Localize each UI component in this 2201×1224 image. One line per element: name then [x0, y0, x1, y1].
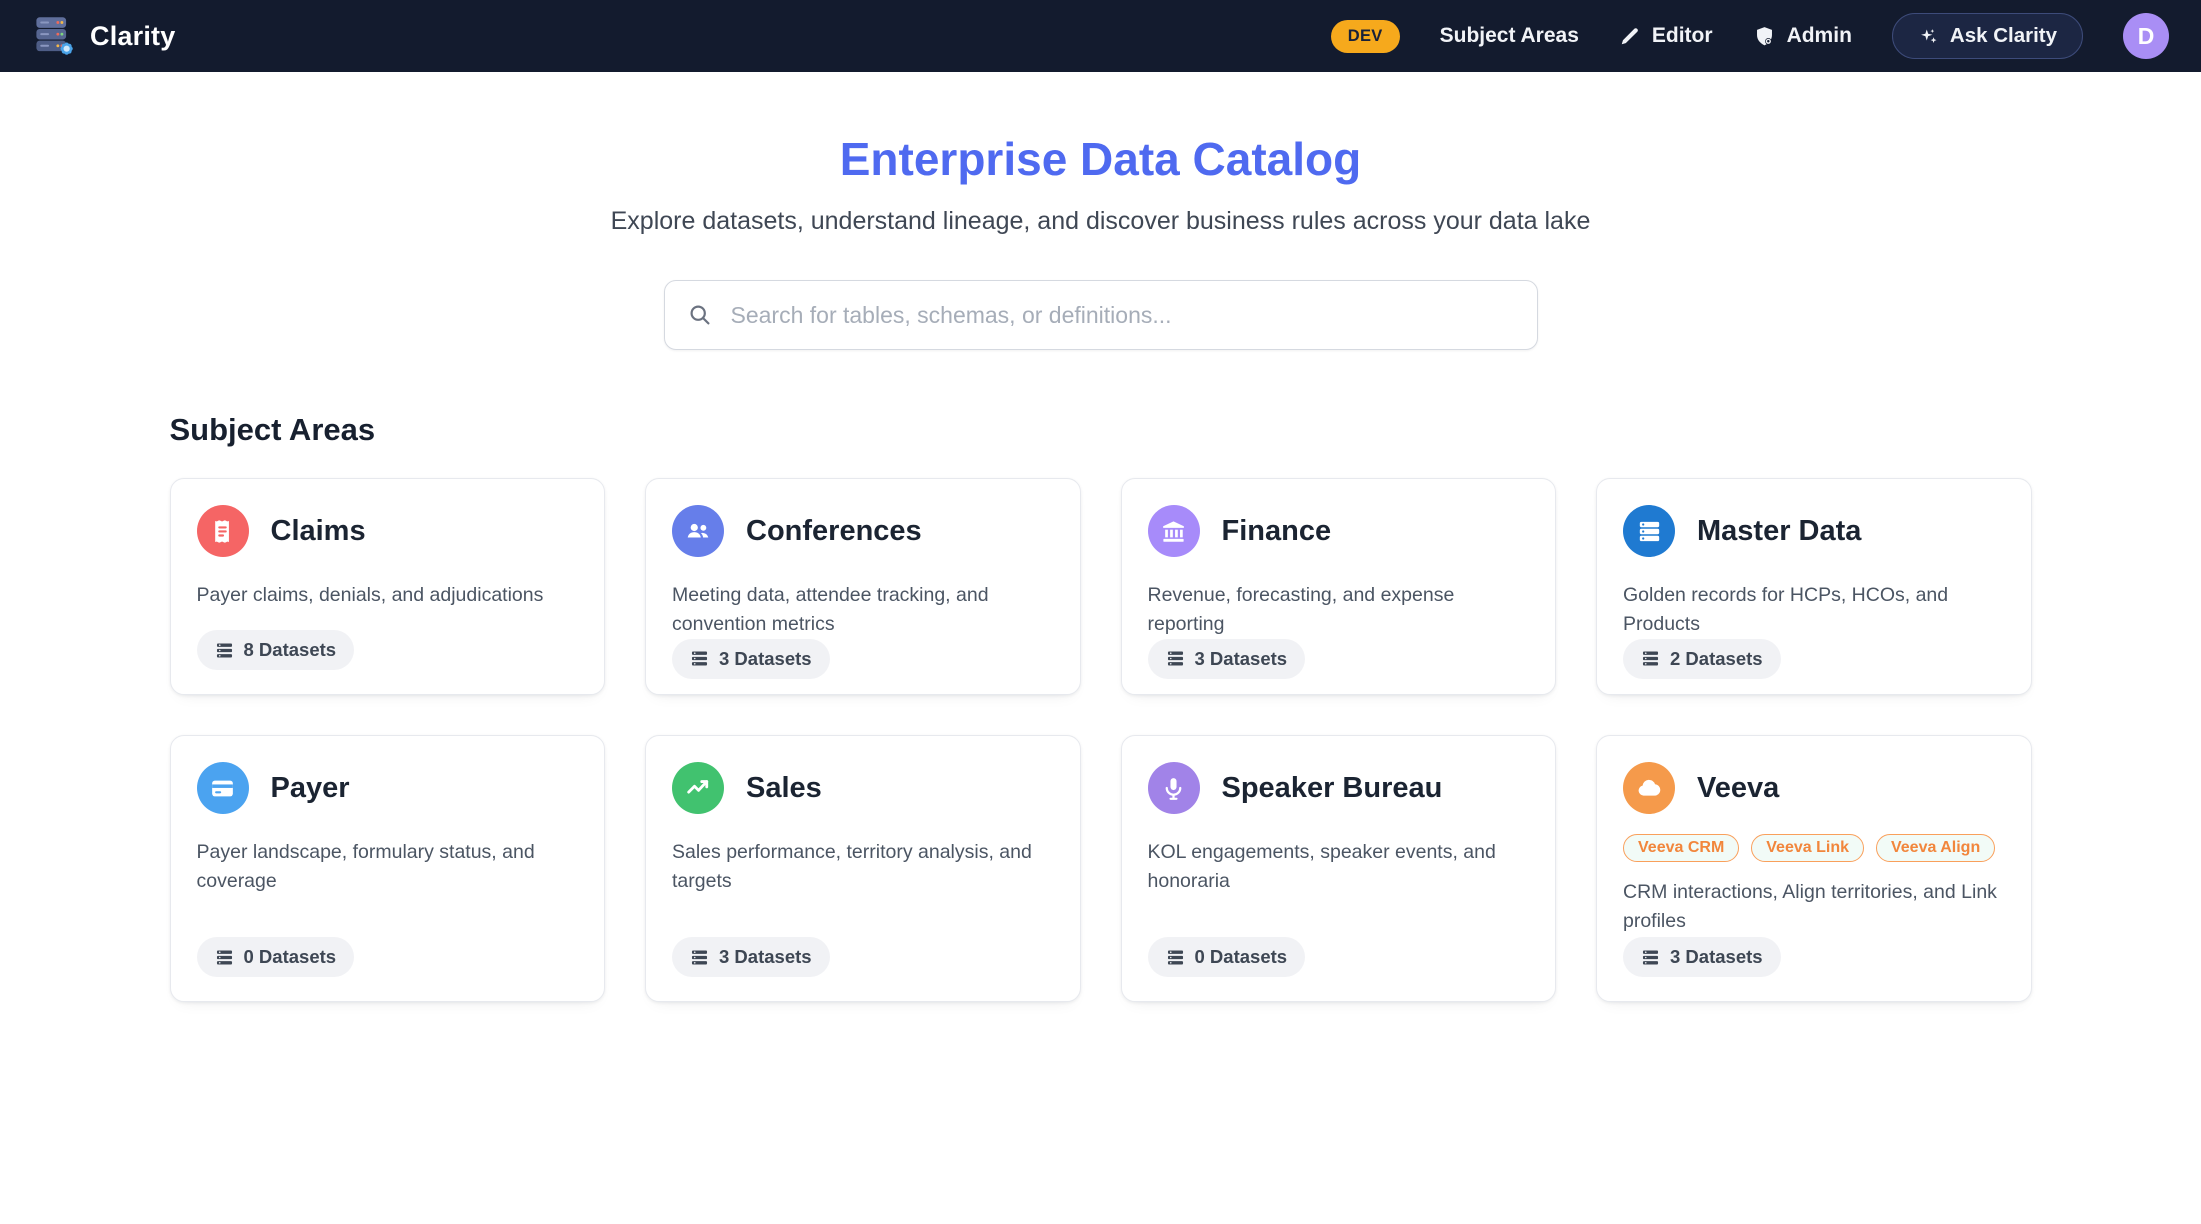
- nav-link-editor[interactable]: Editor: [1619, 24, 1713, 48]
- datasets-badge: 3 Datasets: [672, 639, 830, 679]
- microphone-icon: [1148, 762, 1200, 814]
- datasets-icon: [690, 948, 709, 967]
- nav-link-admin[interactable]: Admin: [1753, 24, 1852, 48]
- datasets-badge: 2 Datasets: [1623, 639, 1781, 679]
- database-logo-icon: [32, 14, 76, 58]
- tag-veeva-crm: Veeva CRM: [1623, 834, 1739, 862]
- datasets-badge: 3 Datasets: [1623, 937, 1781, 977]
- brand[interactable]: Clarity: [32, 14, 175, 58]
- card-title: Master Data: [1697, 515, 1861, 548]
- shield-icon: [1753, 25, 1776, 48]
- credit-card-icon: [197, 762, 249, 814]
- datasets-badge: 3 Datasets: [672, 937, 830, 977]
- card-description: Meeting data, attendee tracking, and con…: [672, 581, 1054, 639]
- card-finance[interactable]: Finance Revenue, forecasting, and expens…: [1121, 478, 1557, 695]
- datasets-badge: 8 Datasets: [197, 630, 355, 670]
- card-title: Claims: [271, 515, 366, 548]
- datasets-count: 3 Datasets: [719, 648, 812, 670]
- section-heading: Subject Areas: [170, 412, 2032, 448]
- trending-up-icon: [672, 762, 724, 814]
- sparkles-icon: [1918, 26, 1939, 47]
- nav-link-subject-areas-label: Subject Areas: [1440, 24, 1579, 48]
- card-description: CRM interactions, Align territories, and…: [1623, 878, 2005, 936]
- tag-veeva-link: Veeva Link: [1751, 834, 1864, 862]
- card-speaker-bureau[interactable]: Speaker Bureau KOL engagements, speaker …: [1121, 735, 1557, 1002]
- datasets-icon: [690, 649, 709, 668]
- datasets-badge: 0 Datasets: [197, 937, 355, 977]
- search-input[interactable]: [664, 280, 1538, 350]
- hero-section: Enterprise Data Catalog Explore datasets…: [0, 132, 2201, 350]
- card-description: Revenue, forecasting, and expense report…: [1148, 581, 1530, 639]
- pencil-icon: [1619, 25, 1641, 47]
- card-title: Payer: [271, 772, 350, 805]
- top-navbar: Clarity DEV Subject Areas Editor Ad: [0, 0, 2201, 72]
- card-claims[interactable]: Claims Payer claims, denials, and adjudi…: [170, 478, 606, 695]
- card-conferences[interactable]: Conferences Meeting data, attendee track…: [645, 478, 1081, 695]
- card-description: Payer claims, denials, and adjudications: [197, 581, 579, 610]
- nav-link-subject-areas[interactable]: Subject Areas: [1440, 24, 1579, 48]
- card-payer[interactable]: Payer Payer landscape, formulary status,…: [170, 735, 606, 1002]
- card-title: Sales: [746, 772, 822, 805]
- card-veeva[interactable]: Veeva Veeva CRM Veeva Link Veeva Align C…: [1596, 735, 2032, 1002]
- datasets-count: 3 Datasets: [1670, 946, 1763, 968]
- page-subtitle: Explore datasets, understand lineage, an…: [0, 207, 2201, 236]
- datasets-badge: 3 Datasets: [1148, 639, 1306, 679]
- brand-name: Clarity: [90, 21, 175, 52]
- ask-clarity-label: Ask Clarity: [1950, 24, 2057, 48]
- ask-clarity-button[interactable]: Ask Clarity: [1892, 13, 2083, 59]
- avatar-initial: D: [2138, 23, 2155, 50]
- datasets-count: 2 Datasets: [1670, 648, 1763, 670]
- datasets-count: 8 Datasets: [244, 639, 337, 661]
- datasets-count: 3 Datasets: [719, 946, 812, 968]
- card-sales[interactable]: Sales Sales performance, territory analy…: [645, 735, 1081, 1002]
- card-title: Veeva: [1697, 772, 1779, 805]
- datasets-icon: [215, 641, 234, 660]
- datasets-count: 0 Datasets: [1195, 946, 1288, 968]
- users-icon: [672, 505, 724, 557]
- nav-link-admin-label: Admin: [1787, 24, 1852, 48]
- card-grid: Claims Payer claims, denials, and adjudi…: [170, 478, 2032, 1002]
- env-dev-badge: DEV: [1331, 20, 1400, 53]
- tag-veeva-align: Veeva Align: [1876, 834, 1995, 862]
- datasets-icon: [1166, 649, 1185, 668]
- cloud-icon: [1623, 762, 1675, 814]
- card-title: Finance: [1222, 515, 1332, 548]
- card-title: Conferences: [746, 515, 922, 548]
- card-description: Golden records for HCPs, HCOs, and Produ…: [1623, 581, 2005, 639]
- veeva-tags: Veeva CRM Veeva Link Veeva Align: [1623, 834, 2005, 862]
- datasets-count: 3 Datasets: [1195, 648, 1288, 670]
- subject-areas-section: Subject Areas Claims Payer claims, denia…: [170, 412, 2032, 1002]
- card-description: Payer landscape, formulary status, and c…: [197, 838, 579, 896]
- card-description: KOL engagements, speaker events, and hon…: [1148, 838, 1530, 896]
- datasets-icon: [1166, 948, 1185, 967]
- search-bar: [664, 280, 1538, 350]
- datasets-icon: [1641, 948, 1660, 967]
- nav-link-editor-label: Editor: [1652, 24, 1713, 48]
- server-icon: [1623, 505, 1675, 557]
- receipt-icon: [197, 505, 249, 557]
- bank-icon: [1148, 505, 1200, 557]
- datasets-icon: [1641, 649, 1660, 668]
- card-master-data[interactable]: Master Data Golden records for HCPs, HCO…: [1596, 478, 2032, 695]
- card-description: Sales performance, territory analysis, a…: [672, 838, 1054, 896]
- datasets-badge: 0 Datasets: [1148, 937, 1306, 977]
- datasets-count: 0 Datasets: [244, 946, 337, 968]
- datasets-icon: [215, 948, 234, 967]
- card-title: Speaker Bureau: [1222, 772, 1443, 805]
- user-avatar[interactable]: D: [2123, 13, 2169, 59]
- page-title: Enterprise Data Catalog: [0, 132, 2201, 186]
